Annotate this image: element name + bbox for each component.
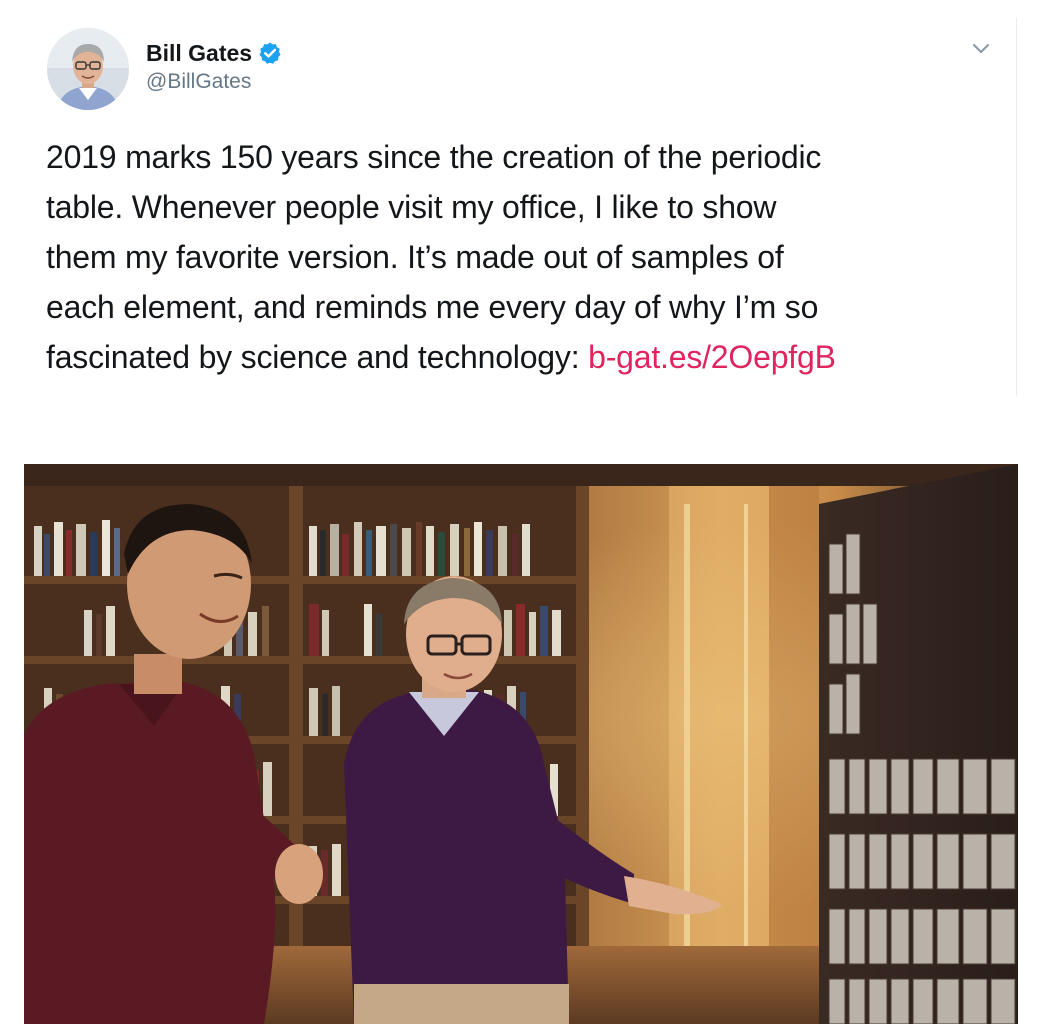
tweet-text-line: them my favorite version. It’s made out … <box>46 239 784 275</box>
tweet-text-line: table. Whenever people visit my office, … <box>46 189 777 225</box>
tweet-link[interactable]: b-gat.es/2OepfgB <box>588 339 836 375</box>
user-handle[interactable]: @BillGates <box>146 70 282 94</box>
tweet-author: Bill Gates @BillGates <box>146 38 282 94</box>
chevron-down-icon[interactable] <box>970 38 992 60</box>
display-name[interactable]: Bill Gates <box>146 40 252 67</box>
tweet-text-segment: fascinated by science and technology: <box>46 339 589 375</box>
name-row: Bill Gates <box>146 38 282 68</box>
verified-badge-icon <box>258 41 282 65</box>
avatar[interactable] <box>47 28 129 110</box>
tweet-card: Bill Gates @BillGates 2019 marks 150 yea… <box>0 0 1061 1035</box>
tweet-photo[interactable] <box>24 464 1018 1024</box>
tweet-text-line: each element, and reminds me every day o… <box>46 289 819 325</box>
tweet-text: 2019 marks 150 years since the creation … <box>46 132 1006 382</box>
tweet-text-line-last: fascinated by science and technology: b-… <box>46 332 1006 382</box>
tweet-text-line: 2019 marks 150 years since the creation … <box>46 139 822 175</box>
tweet-border <box>1016 18 1017 396</box>
